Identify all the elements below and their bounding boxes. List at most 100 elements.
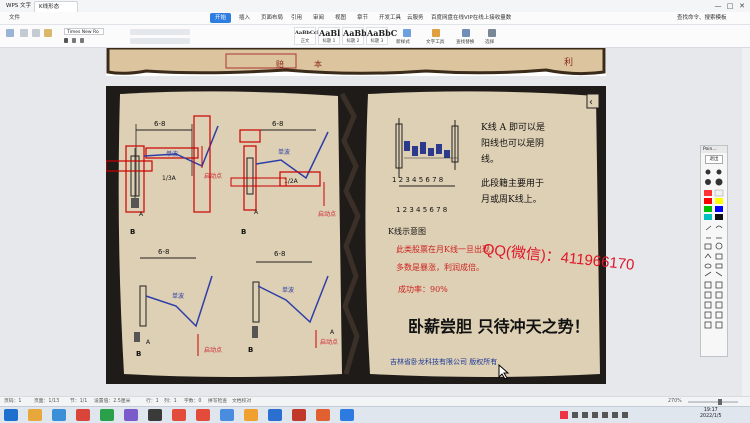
underline-icon[interactable] (80, 38, 84, 43)
wps-writer-icon[interactable] (268, 409, 282, 421)
close-button[interactable]: ✕ (736, 1, 748, 11)
fig-start-label-1: 启动点 (204, 172, 222, 180)
text-tools-icon[interactable] (432, 29, 440, 37)
previous-page: 赔 本 利 (106, 46, 606, 76)
fig-label-68-d: 6-8 (274, 250, 285, 258)
menu-bar: 文件 开始 插入 页面布局 引用 审阅 视图 章节 开发工具 云服务 百度网盘在… (0, 12, 750, 25)
fig-axis-b-4: B (248, 346, 253, 354)
fig-ratio-1: 1/3A (162, 175, 177, 182)
menu-insert[interactable]: 插入 (234, 13, 255, 23)
vertical-scrollbar[interactable] (742, 48, 750, 396)
style-heading2[interactable]: AaBbC 标题 2 (342, 27, 373, 45)
fig-kline-title: K线示意图 (388, 226, 426, 236)
style-normal[interactable]: AaBbCcDd 正文 (294, 27, 325, 45)
app-icon-8[interactable] (316, 409, 330, 421)
new-style-label: 新样式 (396, 40, 410, 45)
new-style-icon[interactable] (403, 29, 411, 37)
fig-axis-b-3: B (136, 350, 141, 358)
select-label: 选择 (485, 40, 495, 45)
find-replace-label: 查找替换 (456, 40, 475, 45)
pointer-exit-button[interactable]: 退出 (705, 155, 723, 164)
explorer-icon[interactable] (28, 409, 42, 421)
app-icon-6[interactable] (244, 409, 258, 421)
app-icon-5[interactable] (220, 409, 234, 421)
font-name-select[interactable]: Times New Ro (64, 28, 104, 35)
app-icon-4[interactable] (172, 409, 186, 421)
fig-text-line3: 线。 (481, 153, 499, 165)
italic-icon[interactable] (72, 38, 76, 43)
tab-document[interactable]: K线形态书.docx (34, 1, 78, 21)
fig-wave-label-3: 单波 (172, 292, 184, 300)
fig-start-label-2: 启动点 (318, 210, 336, 218)
style-heading1[interactable]: AaBl 标题 1 (318, 27, 340, 45)
clock[interactable]: 19:17 2022/1/5 (700, 408, 722, 420)
menu-view[interactable]: 视图 (330, 13, 351, 23)
wps-pdf-icon[interactable] (196, 409, 210, 421)
svg-text:赔: 赔 (276, 59, 284, 69)
menu-review[interactable]: 审阅 (308, 13, 329, 23)
paragraph-tools[interactable] (130, 29, 190, 35)
fig-axis-b-2: B (241, 228, 246, 236)
fig-text-line2: 阳线也可以是阴 (481, 137, 544, 149)
kline-figure-image: ‹ 6-8 B A 1/3A 单波 启动点 6-8 B A 单波 1/2A 启动 (105, 86, 606, 384)
svg-text:本: 本 (314, 59, 322, 69)
fig-wave-label-1: 单波 (166, 150, 178, 158)
svg-text:利: 利 (564, 56, 573, 68)
menu-page-layout[interactable]: 页面布局 (256, 13, 288, 23)
mouse-cursor-icon (498, 364, 510, 380)
ink-palette[interactable] (701, 166, 727, 356)
tab-wps-home[interactable]: WPS 文字 (2, 1, 35, 12)
menu-cloud[interactable]: 云服务 (402, 13, 429, 23)
fig-start-label-3: 启动点 (204, 346, 222, 354)
fig-label-68-c: 6-8 (158, 248, 169, 256)
format-painter-icon[interactable] (44, 29, 52, 37)
text-tools-label: 文字工具 (426, 40, 445, 45)
alignment-tools[interactable] (130, 38, 190, 44)
fig-text-line5: 月或周K线上。 (481, 193, 542, 205)
kline-range: 1 2 3 4 5 6 7 8 (396, 206, 447, 214)
ie-icon[interactable] (52, 409, 66, 421)
menu-reference[interactable]: 引用 (286, 13, 307, 23)
find-replace-icon[interactable] (462, 29, 470, 37)
app-icon-7[interactable] (292, 409, 306, 421)
next-arrow-icon: ‹ (589, 97, 593, 108)
menu-section[interactable]: 章节 (352, 13, 373, 23)
cut-icon[interactable] (20, 29, 28, 37)
windows-taskbar: 19:17 2022/1/5 (0, 406, 750, 423)
fig-label-68-a: 6-8 (154, 120, 165, 128)
app-icon-2[interactable] (124, 409, 138, 421)
pointer-ink-toolbar: Poin... 退出 (700, 145, 728, 357)
app-icon-3[interactable] (148, 409, 162, 421)
bold-icon[interactable] (64, 38, 68, 43)
system-tray[interactable] (560, 410, 640, 420)
scroll-image-top: 赔 本 利 (106, 46, 606, 76)
kline-numbers: 1 2 3 4 5 6 7 8 (392, 176, 443, 184)
menu-baidu[interactable]: 百度网盘在线VIP在线上接收量数 (426, 13, 516, 23)
zoom-slider[interactable] (688, 399, 738, 405)
ribbon-toolbar: Times New Ro AaBbCcDd 正文 AaBl 标题 1 AaBbC 标题… (0, 25, 750, 48)
fig-text-line1: K线 A 即可以是 (481, 121, 545, 133)
fig-axis-b-1: B (130, 228, 135, 236)
fig-wave-label-2: 单波 (278, 148, 290, 156)
menu-file[interactable]: 文件 (4, 13, 25, 23)
style-heading3[interactable]: AaBbC 标题 3 (366, 27, 397, 45)
app-tab-label: WPS 文字 (6, 3, 31, 9)
fig-wave-label-4: 单波 (282, 286, 294, 294)
fig-company: 吉林省卧龙科技有限公司 版权所有 (390, 357, 497, 366)
start-icon[interactable] (4, 409, 18, 421)
clock-date: 2022/1/5 (700, 414, 722, 419)
app-icon-1[interactable] (100, 409, 114, 421)
wps-doc-icon[interactable] (340, 409, 354, 421)
minimize-button[interactable]: — (712, 1, 724, 11)
media-icon[interactable] (76, 409, 90, 421)
fig-success-rate: 成功率：90% (398, 284, 448, 294)
fig-text-line4: 此段籍主要用于 (481, 177, 544, 189)
zoom-slider-thumb[interactable] (718, 399, 722, 405)
menu-home[interactable]: 开始 (210, 13, 232, 23)
search-commands[interactable]: 查找命令、搜索模板 (672, 13, 732, 23)
maximize-button[interactable]: □ (724, 1, 736, 11)
fig-start-label-4: 启动点 (320, 338, 338, 346)
paste-icon[interactable] (6, 29, 14, 37)
select-icon[interactable] (488, 29, 496, 37)
copy-icon[interactable] (32, 29, 40, 37)
